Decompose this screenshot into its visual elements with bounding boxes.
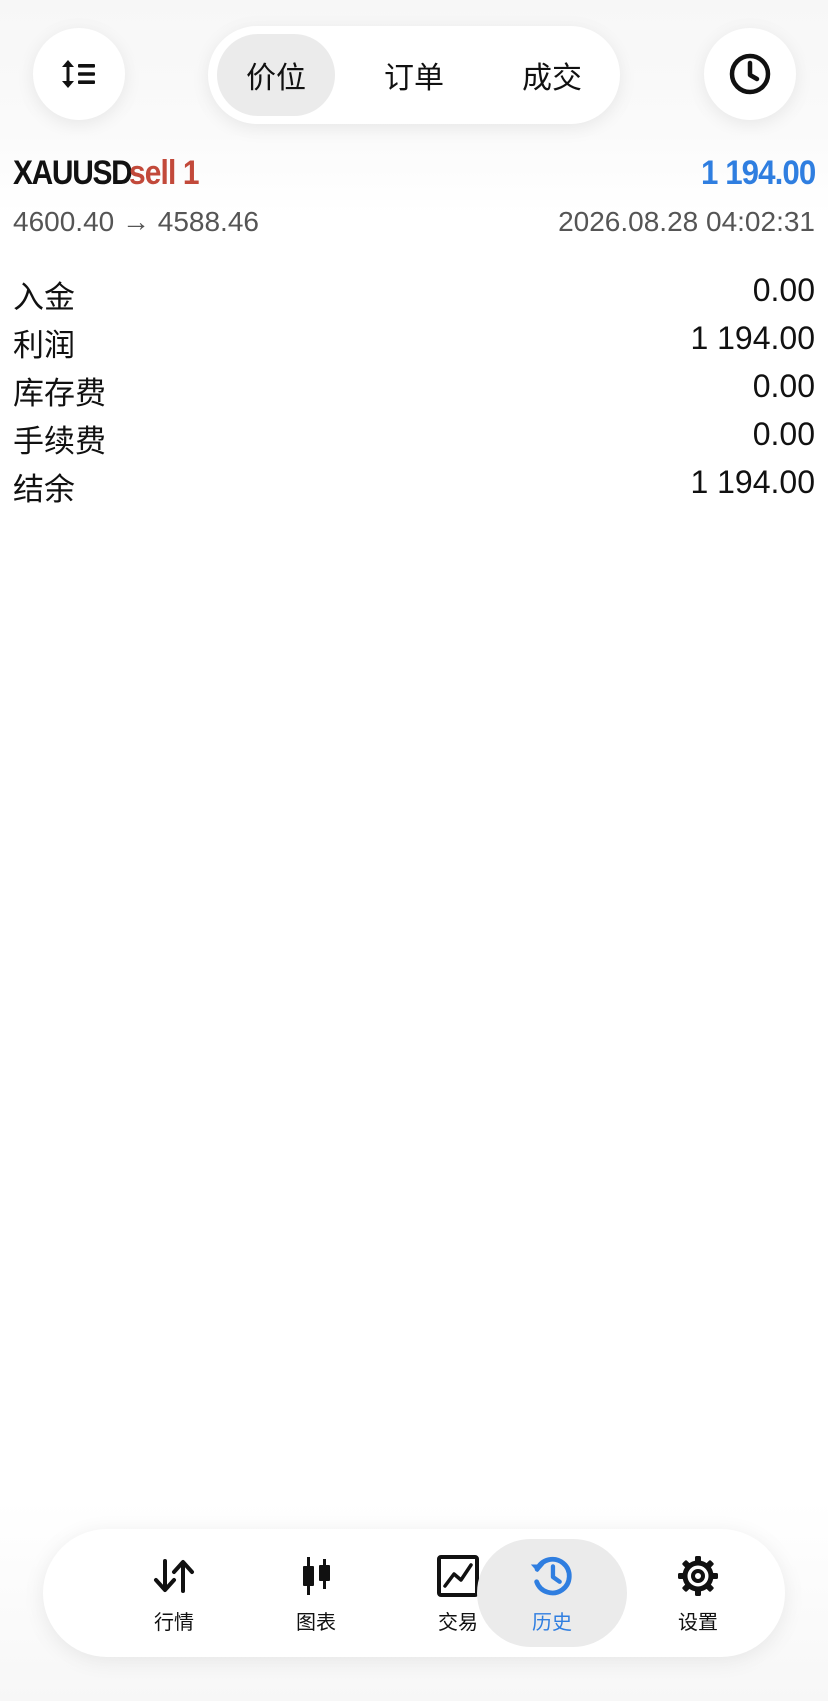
- history-screen: 价位 订单 成交 XAUUSD sell 1 1 194.00 4600.40 …: [0, 0, 828, 1701]
- trade-chart-icon: [437, 1554, 479, 1597]
- summary-row-balance: 结余 1 194.00: [13, 460, 815, 508]
- deal-row[interactable]: XAUUSD sell 1 1 194.00: [13, 150, 816, 200]
- deal-profit: 1 194.00: [700, 154, 816, 192]
- period-button[interactable]: [704, 28, 796, 120]
- deal-side: sell 1: [129, 154, 199, 192]
- summary-label: 库存费: [13, 376, 106, 412]
- deal-details: 4600.40 → 4588.46 2026.08.28 04:02:31: [13, 206, 815, 242]
- tab-deals[interactable]: 成交: [486, 34, 618, 116]
- summary-value: 0.00: [752, 416, 815, 452]
- summary-row-swap: 库存费 0.00: [13, 364, 815, 412]
- history-filter-tabs: 价位 订单 成交: [208, 26, 620, 124]
- sort-button[interactable]: [33, 28, 125, 120]
- summary-list: 入金 0.00 利润 1 194.00 库存费 0.00 手续费 0.00 结余…: [13, 268, 815, 508]
- nav-settings[interactable]: 设置: [623, 1539, 773, 1647]
- summary-label: 利润: [13, 328, 75, 364]
- nav-label: 设置: [678, 1609, 718, 1634]
- deal-symbol: XAUUSD: [13, 154, 133, 192]
- nav-charts[interactable]: 图表: [241, 1539, 391, 1647]
- nav-label: 行情: [154, 1609, 194, 1634]
- nav-label: 图表: [296, 1609, 336, 1634]
- summary-label: 入金: [13, 280, 75, 316]
- sort-arrows-icon: [62, 60, 95, 88]
- summary-value: 1 194.00: [690, 464, 815, 500]
- candlestick-chart-icon: [303, 1556, 330, 1595]
- summary-row-deposit: 入金 0.00: [13, 268, 815, 316]
- deal-time: 2026.08.28 04:02:31: [558, 206, 815, 237]
- tab-orders[interactable]: 订单: [348, 34, 480, 116]
- nav-history[interactable]: 历史: [477, 1539, 627, 1647]
- gear-icon: [678, 1555, 718, 1596]
- summary-row-commission: 手续费 0.00: [13, 412, 815, 460]
- tab-positions[interactable]: 价位: [217, 34, 335, 116]
- summary-label: 结余: [13, 472, 75, 508]
- summary-value: 0.00: [752, 368, 815, 404]
- summary-row-profit: 利润 1 194.00: [13, 316, 815, 364]
- summary-value: 0.00: [752, 272, 815, 308]
- summary-label: 手续费: [13, 424, 106, 460]
- clock-icon: [729, 53, 771, 95]
- nav-label: 交易: [438, 1609, 478, 1634]
- nav-quotes[interactable]: 行情: [99, 1539, 249, 1647]
- nav-label: 历史: [532, 1609, 572, 1634]
- quotes-arrows-icon: [154, 1558, 194, 1593]
- summary-value: 1 194.00: [690, 320, 815, 356]
- deal-price-range: 4600.40 → 4588.46: [13, 206, 259, 237]
- bottom-nav: 行情 图表 交易 历史 设置: [43, 1529, 785, 1657]
- history-icon: [530, 1556, 572, 1595]
